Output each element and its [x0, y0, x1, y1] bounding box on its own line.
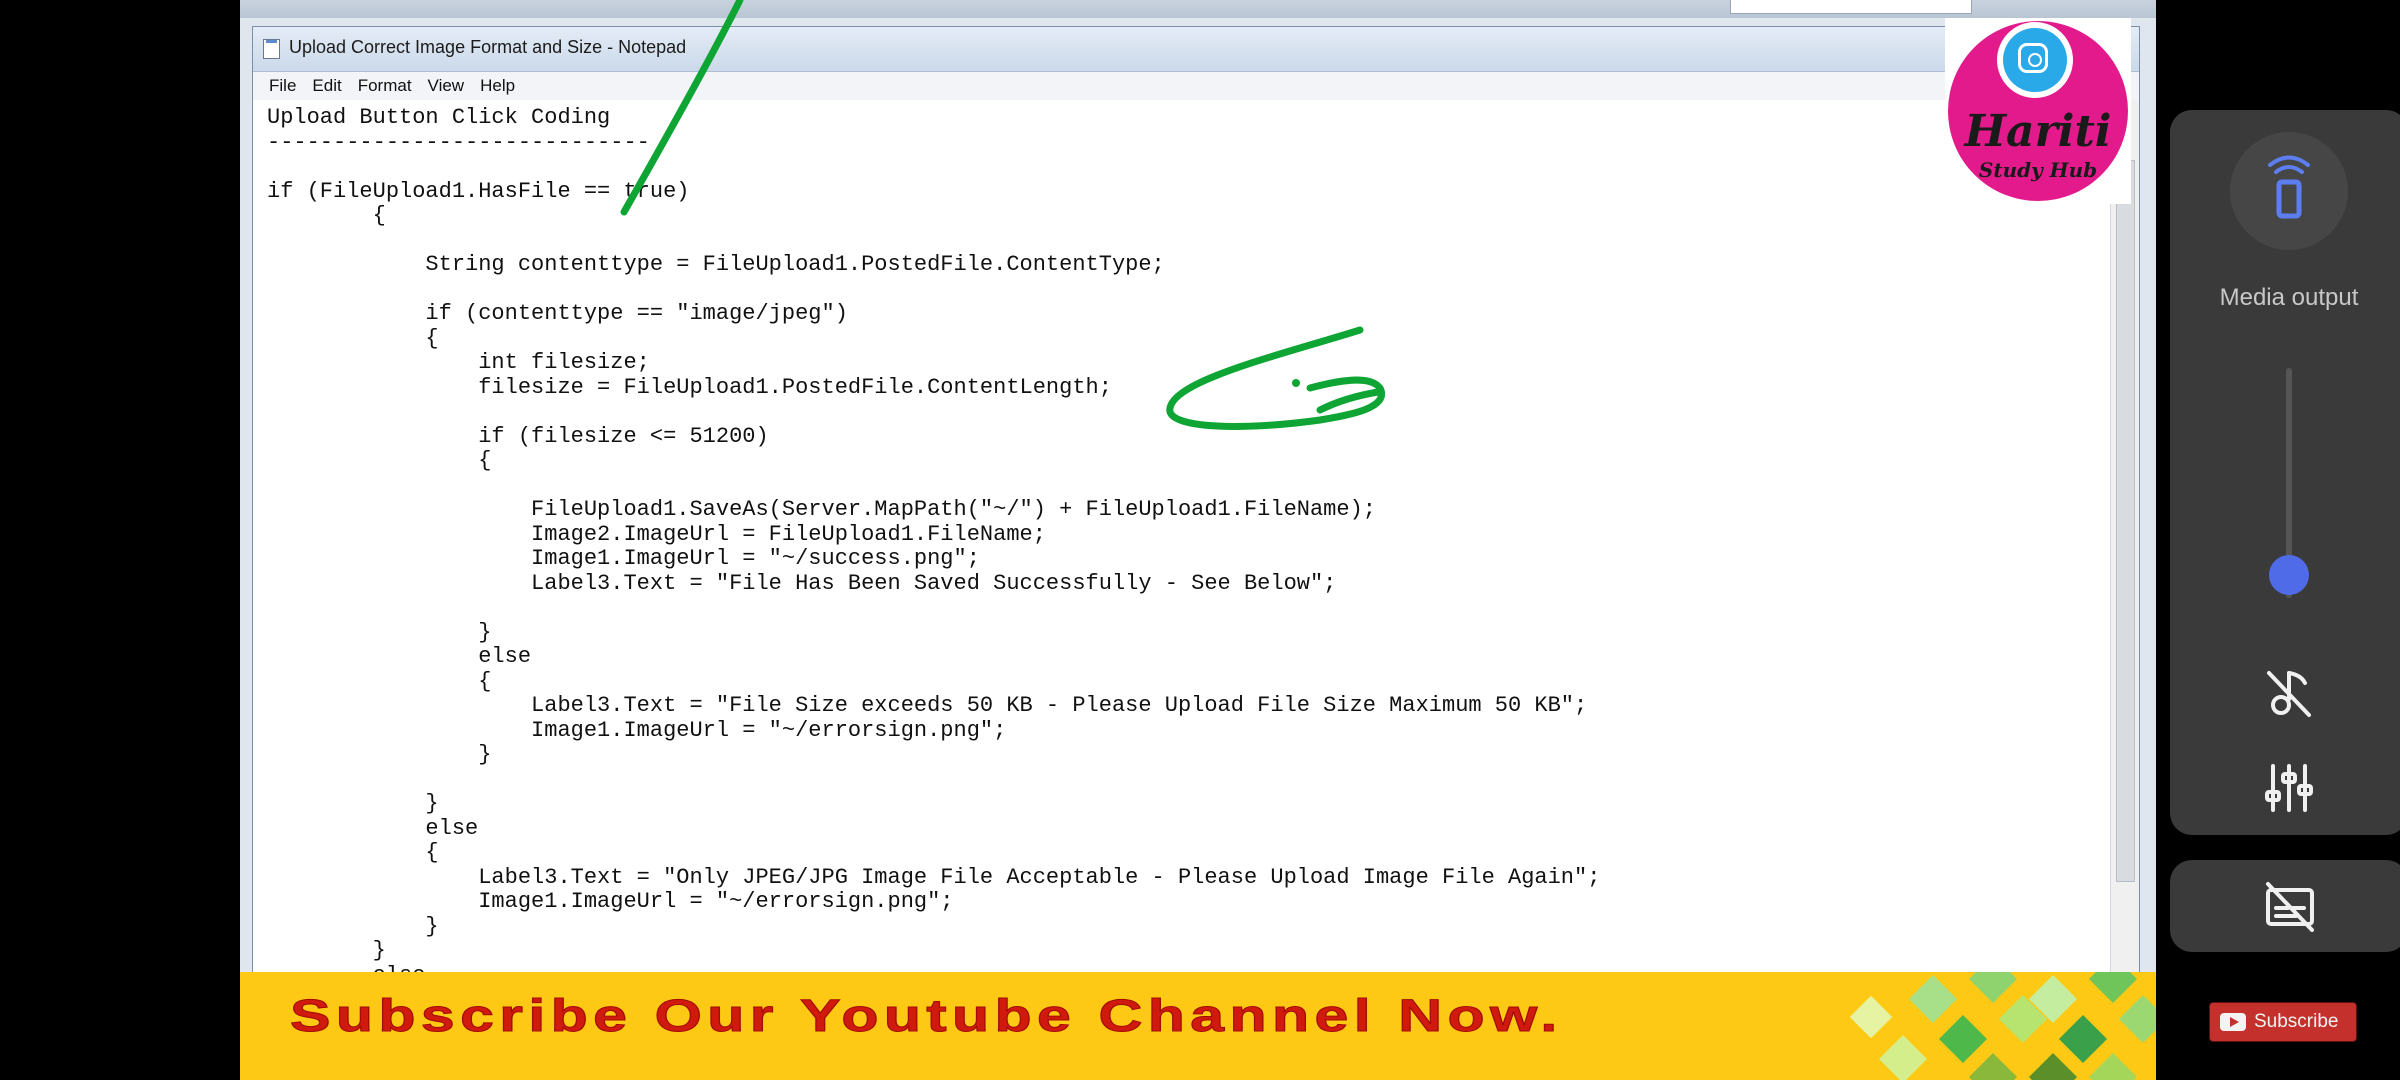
notepad-text-area[interactable]: Upload Button Click Coding -------------…	[253, 100, 2111, 1080]
subscribe-button[interactable]: Subscribe	[2209, 1002, 2357, 1042]
media-output-label: Media output	[2219, 284, 2359, 311]
banner-diamond-pattern	[1849, 972, 2156, 1080]
captions-off-icon[interactable]	[2262, 878, 2318, 934]
notepad-menubar: File Edit Format View Help	[253, 72, 2139, 101]
media-output-button[interactable]	[2230, 132, 2348, 250]
menu-view[interactable]: View	[422, 76, 475, 96]
visual-studio-search-box	[1730, 0, 1972, 14]
menu-help[interactable]: Help	[474, 76, 525, 96]
notepad-icon	[263, 39, 280, 59]
menu-file[interactable]: File	[263, 76, 306, 96]
diamond-tiles	[1849, 972, 2156, 1080]
subscribe-banner: Subscribe Our Youtube Channel Now.	[240, 972, 2156, 1080]
hariti-study-hub-logo: Hariti Study Hub	[1945, 18, 2131, 204]
vertical-scrollbar[interactable]	[2110, 100, 2139, 1080]
code-text: Upload Button Click Coding -------------…	[267, 105, 1601, 987]
visual-studio-titlebar	[240, 0, 2156, 18]
subscribe-label: Subscribe	[2254, 1011, 2339, 1032]
equalizer-icon[interactable]	[2261, 760, 2317, 816]
menu-format[interactable]: Format	[352, 76, 422, 96]
captions-panel	[2170, 860, 2400, 952]
banner-text: Subscribe Our Youtube Channel Now.	[289, 990, 1563, 1042]
scrollbar-thumb[interactable]	[2116, 160, 2135, 882]
mute-icon[interactable]	[2261, 665, 2317, 721]
instagram-icon	[2018, 43, 2048, 73]
menu-edit[interactable]: Edit	[306, 76, 351, 96]
video-frame: Upload Correct Image Format and Size - N…	[240, 0, 2156, 1080]
notepad-title: Upload Correct Image Format and Size - N…	[289, 37, 687, 57]
logo-subtitle: Study Hub	[1978, 158, 2098, 182]
volume-slider-thumb[interactable]	[2269, 555, 2309, 595]
media-output-icon	[2268, 155, 2310, 219]
youtube-icon	[2220, 1013, 2246, 1031]
volume-panel: Media output	[2170, 110, 2400, 835]
logo-brand: Hariti	[1964, 106, 2112, 157]
notepad-titlebar: Upload Correct Image Format and Size - N…	[253, 27, 2139, 72]
notepad-window: Upload Correct Image Format and Size - N…	[252, 26, 2140, 1080]
